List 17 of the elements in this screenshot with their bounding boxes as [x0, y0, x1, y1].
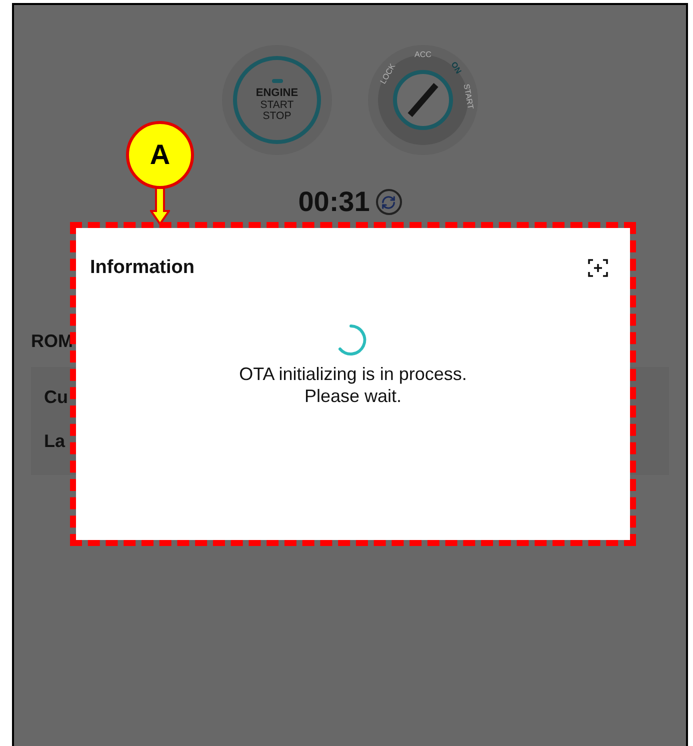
timer: 00:31 [298, 188, 370, 216]
key-position-label: ACC [414, 50, 432, 59]
refresh-icon[interactable] [376, 189, 402, 215]
row-label: Cu [44, 386, 68, 409]
callout-arrow [150, 187, 170, 225]
engine-label: ENGINE [256, 88, 298, 98]
callout-badge: A [126, 121, 194, 189]
row-label: La [44, 430, 66, 453]
button-text: STOP [262, 111, 292, 122]
expand-icon[interactable] [588, 259, 608, 278]
dialog-title: Information [90, 256, 194, 280]
key-position-label: START [462, 83, 476, 110]
button-text: START [260, 100, 294, 110]
indicator-icon [272, 78, 282, 82]
dialog-message: OTA initializing is in process. Please wait. [238, 362, 468, 406]
engine-start-button[interactable]: ENGINE START STOP [222, 45, 332, 155]
key-position-label: ON [449, 60, 464, 76]
